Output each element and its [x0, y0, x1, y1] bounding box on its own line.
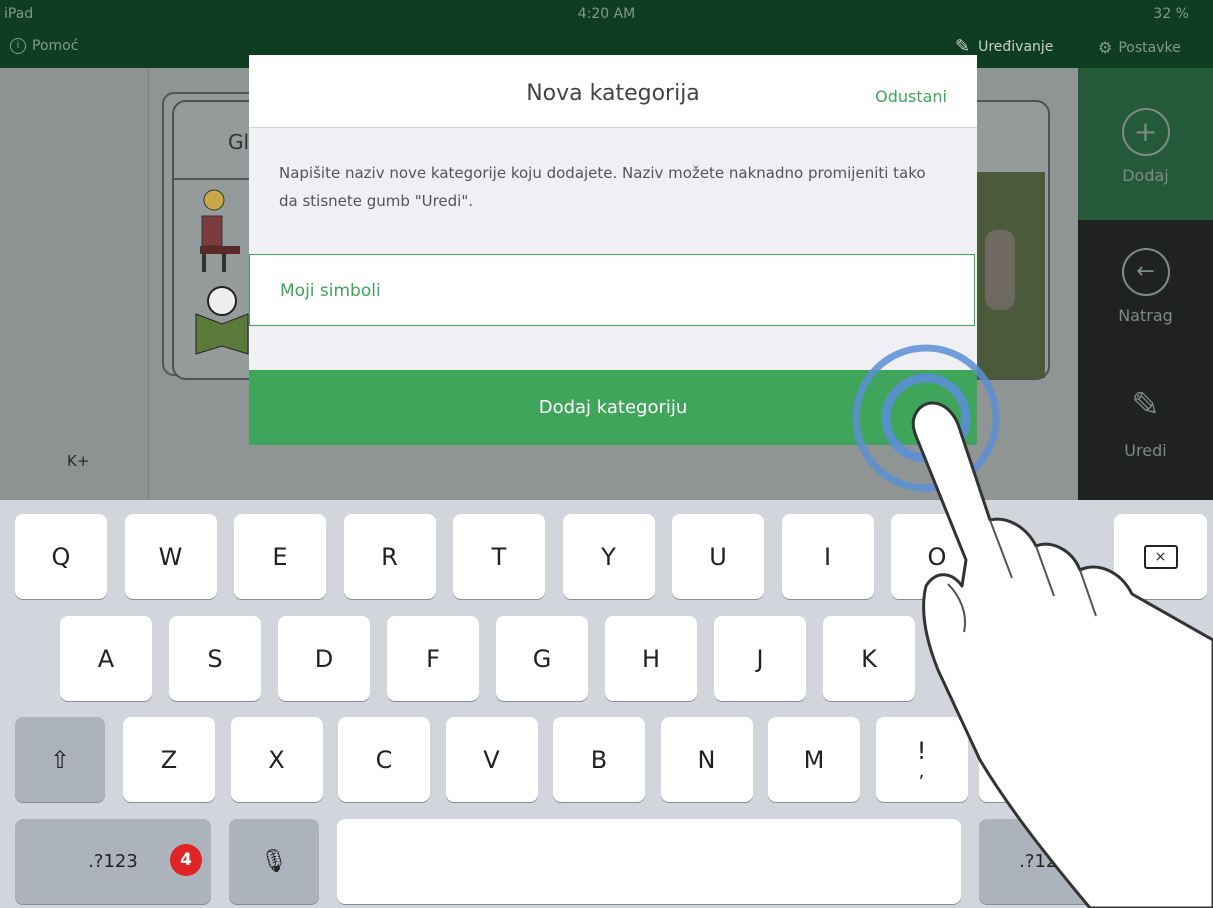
- clock: 4:20 AM: [577, 6, 636, 22]
- key-n[interactable]: N: [660, 717, 753, 802]
- dictation-key[interactable]: 🎙: [229, 819, 319, 904]
- key-r[interactable]: R: [343, 514, 436, 599]
- key-t[interactable]: T: [453, 514, 545, 599]
- hand-icon: [911, 401, 1213, 908]
- edit-mode-button[interactable]: ✎ Uređivanje: [955, 36, 1053, 57]
- info-icon: i: [10, 38, 26, 54]
- help-button[interactable]: i Pomoć: [10, 38, 78, 54]
- key-j[interactable]: J: [714, 616, 806, 701]
- cancel-button[interactable]: Odustani: [875, 87, 947, 106]
- rabbit-image: [985, 230, 1015, 310]
- battery-level: 32 %: [1153, 6, 1189, 22]
- help-label: Pomoć: [32, 38, 79, 54]
- key-s[interactable]: S: [169, 616, 261, 701]
- key-x[interactable]: X: [230, 717, 323, 802]
- dialog-description: Napišite naziv nove kategorije koju doda…: [279, 164, 926, 210]
- settings-button[interactable]: ⚙ Postavke: [1098, 38, 1181, 57]
- pencil-icon: ✎: [955, 36, 971, 57]
- sidebar-add-label: Dodaj: [1122, 166, 1169, 185]
- sidebar-back-label: Natrag: [1118, 306, 1173, 325]
- key-h[interactable]: H: [605, 616, 697, 701]
- sidebar-back-button[interactable]: ← Natrag: [1078, 248, 1213, 325]
- key-v[interactable]: V: [445, 717, 538, 802]
- sidebar-add-button[interactable]: + Dodaj: [1078, 108, 1213, 185]
- shift-icon: ⇧: [49, 745, 71, 774]
- step-badge: 4: [170, 844, 202, 876]
- category-name-input[interactable]: Moji simboli: [249, 254, 975, 326]
- plus-circle-icon: +: [1121, 108, 1170, 156]
- card-title: Gl: [228, 130, 250, 154]
- key-q[interactable]: Q: [15, 514, 107, 599]
- key-g[interactable]: G: [496, 616, 588, 701]
- gear-icon: ⚙: [1098, 38, 1113, 57]
- left-column: [0, 68, 149, 500]
- settings-label: Postavke: [1118, 39, 1181, 56]
- key-u[interactable]: U: [672, 514, 764, 599]
- key-z[interactable]: Z: [123, 717, 215, 802]
- key-e[interactable]: E: [234, 514, 326, 599]
- microphone-icon: 🎙: [260, 849, 288, 874]
- key-a[interactable]: A: [60, 616, 152, 701]
- key-y[interactable]: Y: [562, 514, 655, 599]
- shift-key[interactable]: ⇧: [15, 717, 105, 802]
- edit-mode-label: Uređivanje: [978, 38, 1054, 55]
- key-d[interactable]: D: [278, 616, 370, 701]
- dialog-title: Nova kategorija: [526, 81, 700, 106]
- arrow-left-circle-icon: ←: [1121, 248, 1170, 296]
- card-divider: [172, 178, 250, 180]
- key-c[interactable]: C: [338, 717, 430, 802]
- tapping-hand-overlay: [852, 344, 1213, 908]
- key-f[interactable]: F: [387, 616, 479, 701]
- symbol-pictograms: [195, 189, 249, 355]
- key-b[interactable]: B: [553, 717, 645, 802]
- key-w[interactable]: W: [124, 514, 217, 599]
- left-column-label: K+: [67, 452, 90, 470]
